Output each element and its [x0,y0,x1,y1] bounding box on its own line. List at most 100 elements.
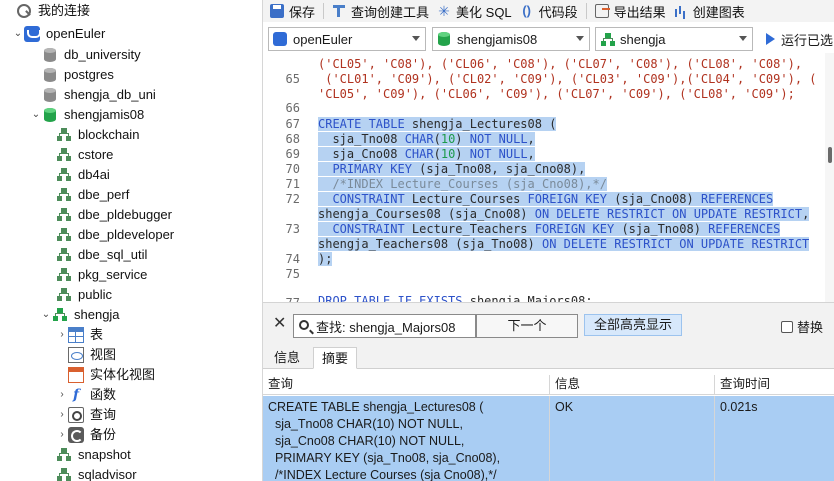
find-next-button[interactable]: 下一个 [476,314,578,338]
database-select[interactable]: shengjamis08 [432,27,590,51]
tree-item-schema-dbe-pldebugger[interactable]: dbe_pldebugger [44,205,172,225]
expand-chevron-icon[interactable]: ⌄ [12,24,24,44]
tree-item-schema-cstore[interactable]: cstore [44,145,113,165]
schema-icon [56,447,72,463]
scrollbar-thumb[interactable] [828,147,832,163]
beautify-sql-button[interactable]: ✳ 美化 SQL [433,0,516,22]
tree-item-schema-dbe-perf[interactable]: dbe_perf [44,185,129,205]
replace-checkbox[interactable] [781,320,793,333]
code-snippet-button[interactable]: () 代码段 [516,0,582,22]
schema-icon [56,287,72,303]
query-builder-icon [332,4,346,18]
column-header-query[interactable]: 查询 [263,375,550,395]
tree-item-schema-dbe-pldeveloper[interactable]: dbe_pldeveloper [44,225,174,245]
result-grid: 查询 信息 查询时间 CREATE TABLE shengja_Lectures… [263,369,834,481]
tree-item-schema-blockchain[interactable]: blockchain [44,125,139,145]
tree-item-openeuler[interactable]: ⌄ openEuler [12,24,105,44]
line-number: 70 [285,162,300,176]
run-selected-button[interactable]: 运行已选 [760,27,833,51]
table-row-info-cell[interactable]: OK [550,396,715,481]
table-row-time-cell[interactable]: 0.021s [715,396,834,481]
tree-item-functions[interactable]: › f 函数 [56,385,116,405]
save-icon [270,4,284,18]
code-line-selected: CONSTRAINT Lecture_Teachers FOREIGN KEY … [318,222,781,236]
code-snippet-icon: () [522,3,531,18]
schema-open-icon [52,307,68,323]
code-line-selected: CREATE TABLE shengja_Lectures08 ( [318,117,557,131]
search-icon [299,320,309,330]
tab-info[interactable]: 信息 [266,347,308,369]
chevron-right-icon[interactable]: › [56,325,68,345]
close-find-icon[interactable]: ✕ [273,313,286,333]
tree-item-my-connections[interactable]: 我的连接 [4,1,90,21]
replace-toggle[interactable]: 替换 [781,317,823,336]
function-icon: f [72,387,80,403]
tree-item-schema-snapshot[interactable]: snapshot [44,445,131,465]
tree-item-materialized-views[interactable]: 实体化视图 [56,365,155,385]
chevron-right-icon[interactable]: › [56,425,68,445]
chevron-right-icon[interactable]: › [56,385,68,405]
code-line-selected: shengja_Courses08 (sja_Cno08) ON DELETE … [318,207,810,221]
export-results-button[interactable]: 导出结果 [591,0,670,22]
code-line-selected: /*INDEX Lecture_Courses (sja_Cno08),*/ [318,177,607,191]
toolbar-divider [585,3,587,19]
query-icon [68,407,84,423]
tree-item-queries[interactable]: › 查询 [56,405,116,425]
schema-icon [56,267,72,283]
schema-icon [56,167,72,183]
connection-select[interactable]: openEuler [268,27,426,51]
run-play-icon [766,33,775,45]
opengauss-connection-icon [273,32,287,46]
database-icon [42,47,58,63]
chart-icon [674,4,688,18]
tree-item-backups[interactable]: › 备份 [56,425,116,445]
schema-icon [56,127,72,143]
navigation-tree: 我的连接 ⌄ openEuler db_university postgres … [0,0,263,481]
tree-item-schema-sqladvisor[interactable]: sqladvisor [44,465,137,481]
query-toolbar: 保存 查询创建工具 ✳ 美化 SQL () 代码段 导出结果 创建图表 [263,0,834,22]
export-icon [594,4,610,18]
column-header-info[interactable]: 信息 [550,375,715,395]
tree-item-shengja-db-uni[interactable]: shengja_db_uni [30,85,156,105]
tree-item-schema-dbe-sql-util[interactable]: dbe_sql_util [44,245,147,265]
create-chart-button[interactable]: 创建图表 [670,0,749,22]
tree-item-views[interactable]: 视图 [56,345,116,365]
query-builder-button[interactable]: 查询创建工具 [328,0,433,22]
find-bar: ✕ 查找: shengja_Majors08 下一个 全部高亮显示 替换 [263,302,834,344]
highlight-all-button[interactable]: 全部高亮显示 [584,314,682,336]
code-line-selected: PRIMARY KEY (sja_Tno08, sja_Cno08), [318,162,586,176]
code-line: DROP TABLE IF EXISTS shengja_Majors08; [318,294,593,302]
chevron-right-icon[interactable]: › [56,405,68,425]
schema-select[interactable]: shengja [595,27,753,51]
tree-item-schema-pkg-service[interactable]: pkg_service [44,265,147,285]
magic-wand-icon: ✳ [438,3,450,19]
tree-item-postgres[interactable]: postgres [30,65,114,85]
expand-chevron-icon[interactable]: ⌄ [40,305,52,325]
tree-item-schema-shengja[interactable]: ⌄ shengja [40,305,120,325]
tree-item-shengjamis08[interactable]: ⌄ shengjamis08 [30,105,144,125]
tree-item-schema-db4ai[interactable]: db4ai [44,165,110,185]
column-header-time[interactable]: 查询时间 [715,375,834,395]
connection-group-icon [16,3,32,19]
materialized-view-icon [68,367,84,383]
editor-scrollbar[interactable] [825,53,834,302]
dropdown-arrow-icon [739,36,747,41]
sql-editor[interactable]: 65 66 67 68 69 70 71 72 73 74 75 77 ('CL… [263,53,834,302]
line-number: 67 [285,117,300,131]
schema-icon [56,247,72,263]
schema-icon [56,227,72,243]
expand-chevron-icon[interactable]: ⌄ [30,105,42,125]
table-row-query-cell[interactable]: CREATE TABLE shengja_Lectures08 ( sja_Tn… [263,396,550,481]
schema-icon [56,147,72,163]
code-line-selected: shengja_Teachers08 (sja_Tno08) ON DELETE… [318,237,810,251]
tree-item-tables[interactable]: › 表 [56,325,103,345]
code-line-selected: sja_Tno08 CHAR(10) NOT NULL, [318,132,535,146]
collapse-arrow-icon[interactable] [4,1,16,21]
save-button[interactable]: 保存 [263,0,319,22]
tree-item-db-university[interactable]: db_university [30,45,141,65]
tab-summary[interactable]: 摘要 [313,347,358,369]
line-number: 75 [285,267,300,281]
tree-item-schema-public[interactable]: public [44,285,112,305]
find-input[interactable]: 查找: shengja_Majors08 [293,314,476,338]
line-number: 68 [285,132,300,146]
